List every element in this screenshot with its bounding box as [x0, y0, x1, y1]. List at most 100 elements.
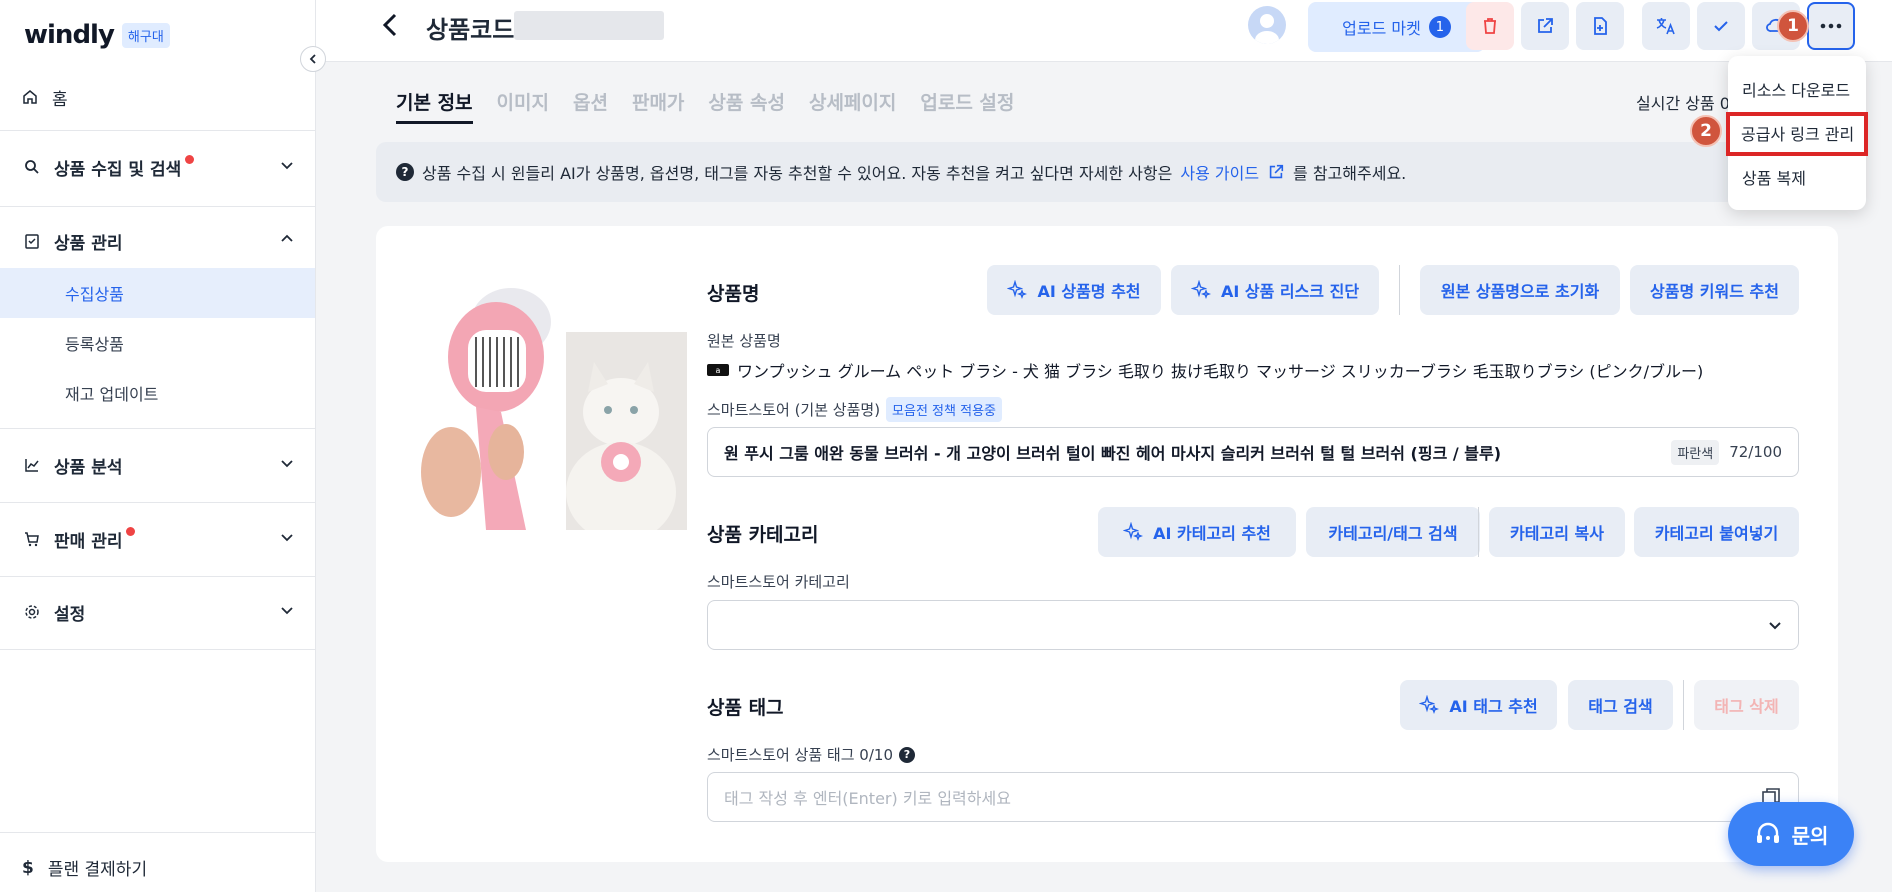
tag-input[interactable]: 태그 작성 후 엔터(Enter) 키로 입력하세요 [707, 772, 1799, 822]
sidebar-item-registered[interactable]: 등록상품 [0, 318, 315, 368]
step-marker-1: 1 [1777, 10, 1809, 42]
smartstore-name-label-row: 스마트스토어 (기본 상품명) 모음전 정책 적용중 [707, 397, 1002, 422]
tab-detail-page[interactable]: 상세페이지 [809, 88, 896, 124]
sidebar-item-collected[interactable]: 수집상품 [0, 268, 315, 318]
sidebar-group-sales[interactable]: 판매 관리 [22, 524, 294, 554]
product-image[interactable] [416, 262, 687, 530]
button-label: AI 상품명 추천 [1037, 282, 1141, 301]
color-chip: 파란색 [1671, 439, 1720, 465]
policy-badge: 모음전 정책 적용중 [886, 397, 1002, 422]
sidebar-item-home[interactable]: 홈 [22, 84, 68, 110]
tab-options[interactable]: 옵션 [573, 88, 608, 124]
original-name-value: ワンプッシュ グルーム ペット ブラシ - 犬 猫 ブラシ 毛取り 抜け毛取り … [737, 362, 1704, 381]
tags-title: 상품 태그 [707, 697, 784, 719]
category-tag-search-button[interactable]: 카테고리/태그 검색 [1306, 507, 1480, 557]
chevron-down-icon [280, 602, 294, 622]
upload-market-label: 업로드 마켓 [1342, 19, 1421, 38]
ai-tag-button[interactable]: AI 태그 추천 [1400, 680, 1557, 730]
notification-dot [126, 526, 136, 536]
notification-dot [185, 154, 195, 164]
step-marker-2: 2 [1690, 115, 1722, 147]
sidebar-group-label: 판매 관리 [54, 531, 123, 552]
info-text: 상품 수집 시 윈들리 AI가 상품명, 옵션명, 태그를 자동 추천할 수 있… [422, 164, 1173, 183]
confirm-button[interactable] [1697, 2, 1745, 50]
sidebar-group-analysis[interactable]: 상품 분석 [22, 450, 294, 480]
home-icon [23, 90, 37, 104]
chat-label: 문의 [1791, 823, 1829, 848]
chevron-up-icon [280, 231, 294, 251]
ai-category-button[interactable]: AI 카테고리 추천 [1098, 507, 1296, 557]
category-copy-button[interactable]: 카테고리 복사 [1489, 507, 1625, 557]
sidebar-group-label: 상품 수집 및 검색 [54, 159, 182, 180]
ai-product-name-button[interactable]: AI 상품명 추천 [987, 265, 1161, 315]
usage-guide-link[interactable]: 사용 가이드 [1180, 160, 1259, 184]
sparkle-icon [1419, 695, 1440, 715]
delete-button[interactable] [1466, 2, 1514, 50]
sidebar-group-label: 상품 분석 [54, 457, 123, 478]
tag-input-placeholder: 태그 작성 후 엔터(Enter) 키로 입력하세요 [724, 789, 1011, 808]
chevron-down-icon [280, 157, 294, 177]
sidebar-group-label: 상품 관리 [54, 233, 123, 254]
back-button[interactable] [380, 12, 400, 45]
ai-risk-check-button[interactable]: AI 상품 리스크 진단 [1171, 265, 1379, 315]
question-icon: ? [396, 163, 414, 181]
external-link-icon [1538, 18, 1553, 33]
sidebar-group-manage[interactable]: 상품 관리 [22, 226, 294, 256]
highlight-box [1726, 112, 1868, 156]
clipboard-check-icon [22, 233, 42, 249]
sidebar-item-stock-update[interactable]: 재고 업데이트 [0, 368, 315, 418]
inquiry-chat-button[interactable]: 문의 [1728, 802, 1854, 866]
tab-attributes[interactable]: 상품 속성 [708, 88, 785, 124]
button-label: AI 카테고리 추천 [1153, 524, 1271, 543]
tag-delete-button[interactable]: 태그 삭제 [1694, 680, 1799, 730]
name-keyword-button[interactable]: 상품명 키워드 추천 [1630, 265, 1799, 315]
brand-logo: windly [24, 20, 115, 50]
divider [1478, 507, 1479, 557]
chevron-down-icon [1769, 622, 1781, 630]
sidebar-item-label: 홈 [52, 89, 68, 110]
sidebar: windly 해구대 홈 상품 수집 및 검색 상품 관리 수집상품 등록상품 … [0, 0, 316, 892]
open-external-button[interactable] [1521, 2, 1569, 50]
brand-tag: 해구대 [121, 22, 170, 48]
check-icon [1714, 21, 1728, 32]
divider [0, 832, 316, 833]
tab-images[interactable]: 이미지 [497, 88, 549, 124]
sidebar-group-collect[interactable]: 상품 수집 및 검색 [22, 152, 294, 182]
help-icon[interactable]: ? [899, 746, 915, 763]
more-options-button[interactable] [1807, 2, 1855, 50]
external-link-icon [1269, 164, 1284, 179]
chevron-down-icon [280, 455, 294, 475]
dollar-icon: $ [22, 857, 34, 878]
menu-item-resource-download[interactable]: 리소스 다운로드 [1742, 77, 1850, 101]
divider [0, 576, 316, 577]
sidebar-collapse-button[interactable] [300, 46, 326, 72]
product-name-input[interactable]: 원 푸시 그룸 애완 동물 브러쉬 - 개 고양이 브러쉬 털이 빠진 헤어 마… [707, 427, 1799, 477]
category-paste-button[interactable]: 카테고리 붙여넣기 [1634, 507, 1799, 557]
file-plus-icon [1594, 17, 1607, 35]
reset-name-button[interactable]: 원본 상품명으로 초기화 [1420, 265, 1620, 315]
chart-icon [22, 457, 42, 473]
brand[interactable]: windly 해구대 [24, 20, 170, 50]
chevron-left-icon [382, 13, 397, 37]
translate-button[interactable] [1642, 2, 1690, 50]
tab-upload-settings[interactable]: 업로드 설정 [920, 88, 1014, 124]
tab-price[interactable]: 판매가 [632, 88, 684, 124]
menu-item-duplicate[interactable]: 상품 복제 [1742, 165, 1806, 189]
sparkle-icon [1007, 280, 1028, 300]
avatar[interactable] [1248, 6, 1286, 44]
user-icon [1255, 14, 1279, 44]
divider [1399, 265, 1400, 315]
sidebar-group-settings[interactable]: 설정 [22, 597, 294, 627]
plan-payment-link[interactable]: $ 플랜 결제하기 [22, 855, 148, 881]
sparkle-icon [1123, 522, 1144, 542]
tag-search-button[interactable]: 태그 검색 [1568, 680, 1673, 730]
smartstore-category-label: 스마트스토어 카테고리 [707, 573, 850, 591]
tab-basic-info[interactable]: 기본 정보 [396, 88, 473, 124]
plan-label: 플랜 결제하기 [47, 860, 148, 880]
original-name-label: 원본 상품명 [707, 332, 781, 350]
new-file-button[interactable] [1576, 2, 1624, 50]
category-select[interactable] [707, 600, 1799, 650]
upload-market-button[interactable]: 업로드 마켓 1 [1308, 2, 1485, 52]
divider [1683, 680, 1684, 730]
info-banner: ? 상품 수집 시 윈들리 AI가 상품명, 옵션명, 태그를 자동 추천할 수… [376, 142, 1838, 202]
